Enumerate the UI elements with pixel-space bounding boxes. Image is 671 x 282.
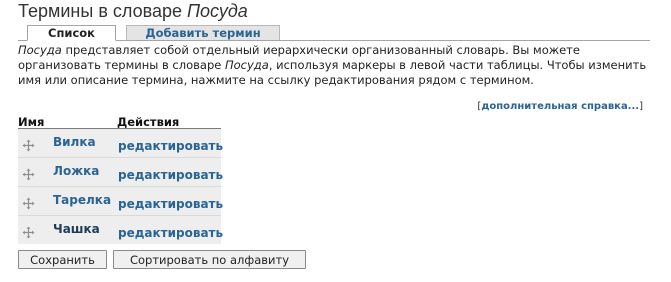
help-block: [дополнительная справка...] <box>477 100 643 113</box>
move-arrows-icon[interactable] <box>22 137 35 152</box>
table-row: Чашка редактировать <box>18 216 223 244</box>
tab-list[interactable]: Список <box>27 25 116 41</box>
page-title: Термины в словаре Посуда <box>18 0 248 23</box>
table-row: Вилка редактировать <box>18 129 223 158</box>
edit-term-link[interactable]: редактировать <box>118 197 223 211</box>
term-link-lozhka[interactable]: Ложка <box>53 164 99 178</box>
edit-term-link[interactable]: редактировать <box>118 168 223 182</box>
term-link-chashka[interactable]: Чашка <box>53 222 100 236</box>
term-link-vilka[interactable]: Вилка <box>53 135 96 149</box>
help-close-bracket: ] <box>639 101 643 112</box>
edit-term-link[interactable]: редактировать <box>118 226 223 240</box>
tab-bar: Список Добавить термин <box>18 24 650 41</box>
edit-term-link[interactable]: редактировать <box>118 139 223 153</box>
page-title-prefix: Термины в словаре <box>18 1 187 21</box>
column-header-name: Имя <box>18 115 45 129</box>
table-row: Ложка редактировать <box>18 158 223 187</box>
vocabulary-description: Посуда представляет собой отдельный иера… <box>18 43 648 88</box>
more-help-link[interactable]: дополнительная справка... <box>481 101 639 112</box>
term-link-tarelka[interactable]: Тарелка <box>53 193 111 207</box>
move-arrows-icon[interactable] <box>22 195 35 210</box>
move-arrows-icon[interactable] <box>22 166 35 181</box>
sort-alphabetically-button[interactable]: Сортировать по алфавиту <box>113 250 306 269</box>
save-button[interactable]: Сохранить <box>18 250 107 269</box>
vocabulary-name: Посуда <box>187 1 248 21</box>
table-row: Тарелка редактировать <box>18 187 223 216</box>
terms-table: Вилка редактировать Ложка редактировать … <box>18 129 223 244</box>
description-vocab-name-2: Посуда <box>225 58 269 72</box>
move-arrows-icon[interactable] <box>22 224 35 239</box>
description-vocab-name: Посуда <box>18 43 62 57</box>
tab-add-term[interactable]: Добавить термин <box>126 25 280 40</box>
column-header-actions: Действия <box>117 115 180 129</box>
